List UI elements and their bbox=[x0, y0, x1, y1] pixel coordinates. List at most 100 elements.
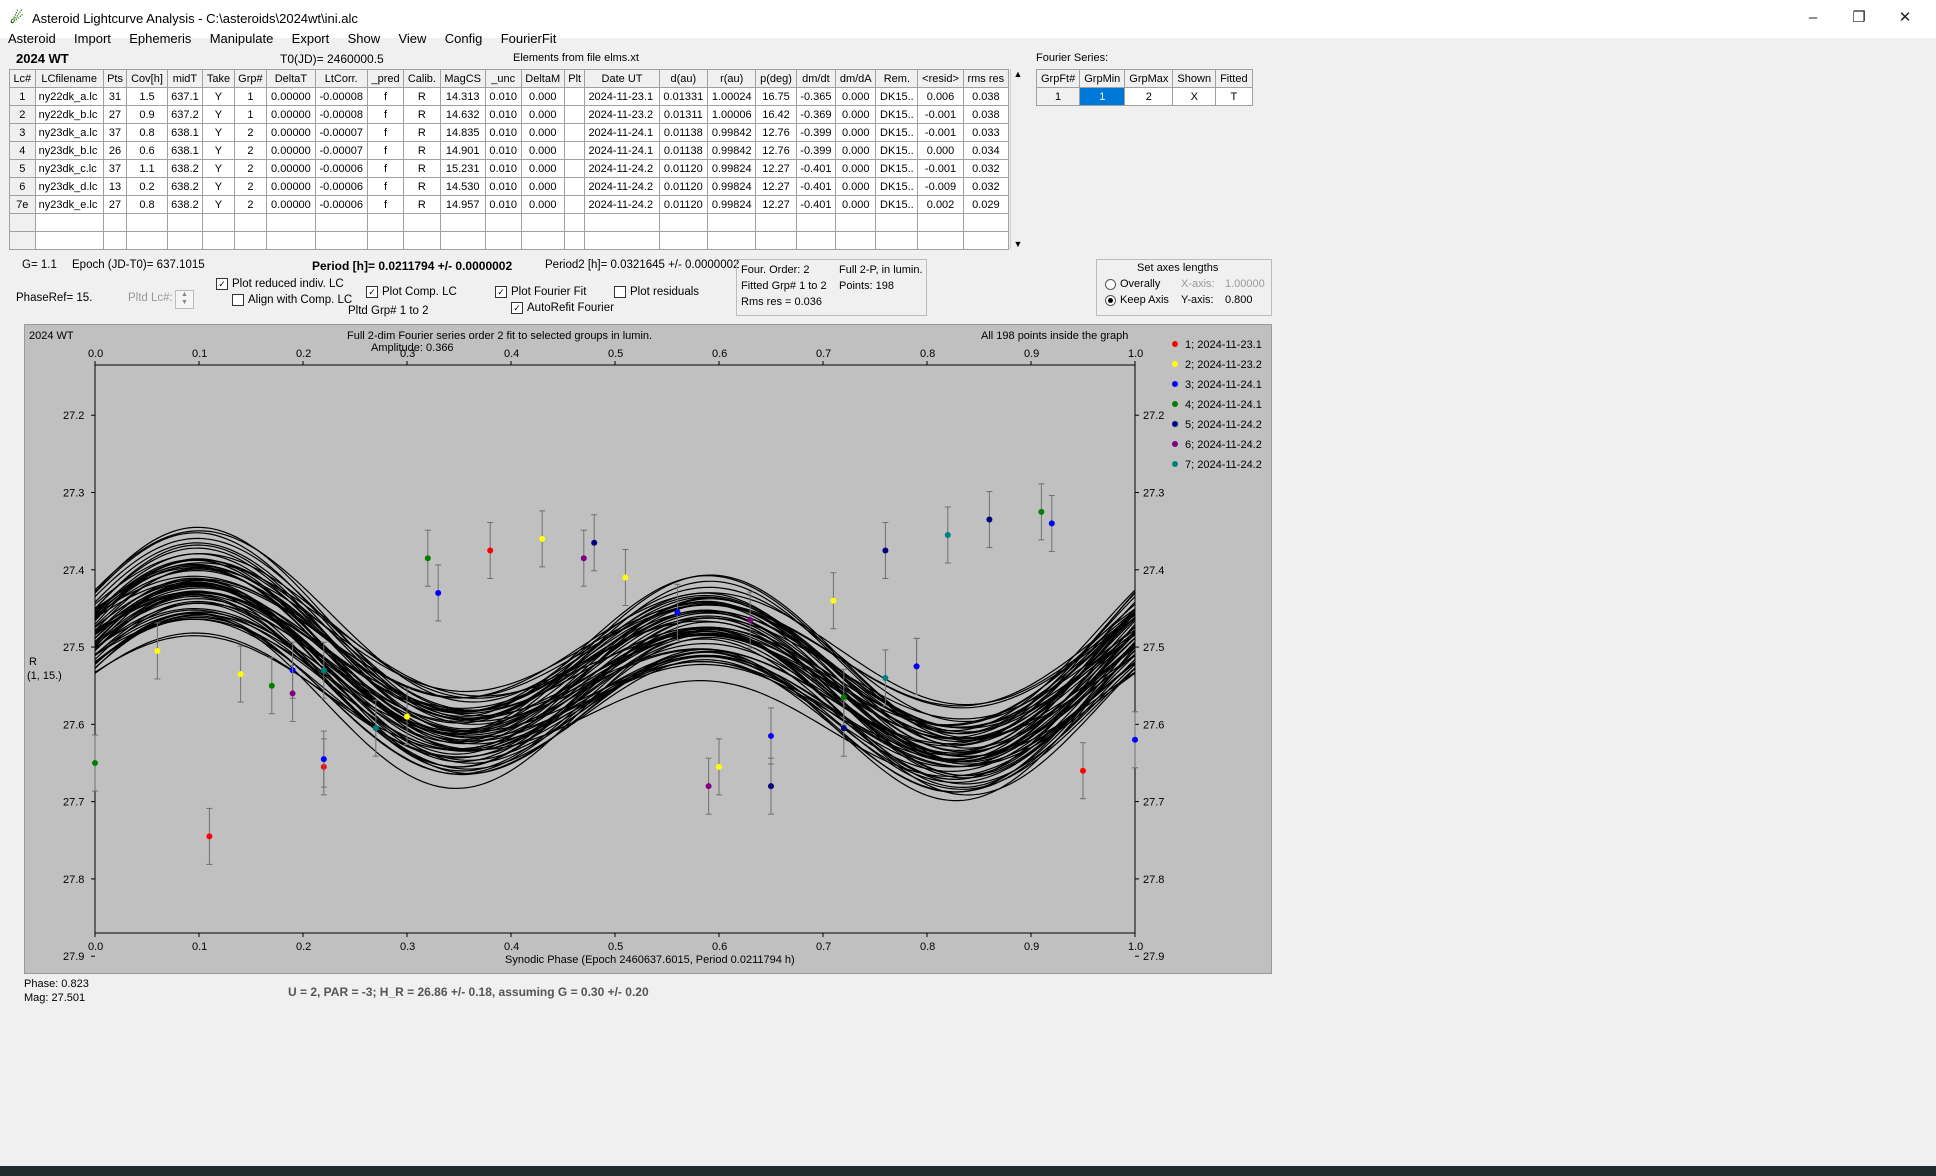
table-cell[interactable]: 0.00000 bbox=[266, 87, 316, 106]
table-cell[interactable] bbox=[233, 213, 268, 232]
table-cell[interactable] bbox=[563, 87, 586, 106]
table-cell[interactable] bbox=[875, 213, 919, 232]
table-cell[interactable]: 14.901 bbox=[439, 141, 486, 160]
data-point[interactable] bbox=[882, 674, 889, 681]
data-point[interactable] bbox=[913, 663, 920, 670]
table-cell[interactable]: 0.000 bbox=[520, 87, 565, 106]
table-row[interactable]: 4 ny23dk_b.lc 26 0.6 638.1 Y 2 0.00000 -0.00007 f… bbox=[9, 141, 1010, 160]
table-cell[interactable]: 0.99824 bbox=[707, 177, 757, 196]
table-cell[interactable]: 12.76 bbox=[755, 123, 797, 142]
table-cell[interactable]: 0.000 bbox=[520, 159, 565, 178]
table-cell[interactable]: 14.530 bbox=[439, 177, 486, 196]
table-cell[interactable]: 0.6 bbox=[126, 141, 168, 160]
table-cell[interactable]: 0.00000 bbox=[266, 141, 316, 160]
table-cell[interactable] bbox=[795, 213, 837, 232]
table-cell[interactable]: 15.231 bbox=[439, 159, 486, 178]
lc-column-header[interactable]: dm/dt bbox=[795, 69, 837, 88]
table-cell[interactable]: 6 bbox=[9, 177, 36, 196]
table-cell[interactable] bbox=[9, 231, 36, 250]
table-cell[interactable]: 2 bbox=[233, 159, 268, 178]
table-cell[interactable]: 37 bbox=[102, 123, 128, 142]
plot-comp-checkbox[interactable]: ✓ Plot Comp. LC bbox=[366, 286, 457, 298]
table-cell[interactable]: -0.00007 bbox=[314, 123, 368, 142]
table-cell[interactable] bbox=[126, 231, 168, 250]
data-point[interactable] bbox=[372, 725, 379, 732]
data-point[interactable] bbox=[705, 783, 712, 790]
table-cell[interactable]: -0.001 bbox=[917, 105, 964, 124]
table-cell[interactable] bbox=[366, 231, 405, 250]
fourier-column-header[interactable]: Shown bbox=[1172, 69, 1217, 88]
data-point[interactable] bbox=[289, 690, 296, 697]
table-cell[interactable]: ny22dk_a.lc bbox=[34, 87, 104, 106]
table-cell[interactable] bbox=[484, 231, 522, 250]
table-cell[interactable]: 12.76 bbox=[755, 141, 797, 160]
fourier-cell[interactable]: 2 bbox=[1124, 87, 1174, 106]
table-cell[interactable] bbox=[563, 159, 586, 178]
table-cell[interactable] bbox=[520, 231, 565, 250]
data-point[interactable] bbox=[237, 671, 244, 678]
table-cell[interactable]: 2024-11-24.1 bbox=[584, 141, 660, 160]
table-cell[interactable]: 7e bbox=[9, 195, 36, 214]
table-cell[interactable]: 1.00006 bbox=[707, 105, 757, 124]
table-cell[interactable]: Y bbox=[202, 159, 235, 178]
table-cell[interactable]: 638.2 bbox=[166, 177, 204, 196]
table-cell[interactable]: ny23dk_e.lc bbox=[34, 195, 104, 214]
table-cell[interactable]: -0.399 bbox=[795, 141, 837, 160]
data-point[interactable] bbox=[320, 756, 327, 763]
menu-config[interactable]: Config bbox=[445, 31, 483, 46]
table-cell[interactable]: DK15.. bbox=[875, 105, 919, 124]
table-cell[interactable]: 0.01120 bbox=[658, 159, 709, 178]
table-cell[interactable] bbox=[126, 213, 168, 232]
table-cell[interactable]: 1.5 bbox=[126, 87, 168, 106]
table-cell[interactable]: 31 bbox=[102, 87, 128, 106]
table-cell[interactable]: 2024-11-24.2 bbox=[584, 159, 660, 178]
lc-column-header[interactable]: dm/dA bbox=[835, 69, 877, 88]
table-cell[interactable]: 0.00000 bbox=[266, 105, 316, 124]
table-row[interactable]: 5 ny23dk_c.lc 37 1.1 638.2 Y 2 0.00000 -0.00006 f… bbox=[9, 159, 1010, 178]
table-cell[interactable]: R bbox=[403, 141, 441, 160]
table-cell[interactable]: -0.401 bbox=[795, 159, 837, 178]
table-cell[interactable] bbox=[34, 231, 104, 250]
data-point[interactable] bbox=[747, 617, 754, 624]
data-point[interactable] bbox=[716, 763, 722, 770]
table-cell[interactable]: 2 bbox=[9, 105, 36, 124]
table-cell[interactable]: DK15.. bbox=[875, 195, 919, 214]
table-cell[interactable]: 638.1 bbox=[166, 123, 204, 142]
table-cell[interactable] bbox=[658, 213, 709, 232]
table-cell[interactable]: 0.8 bbox=[126, 123, 168, 142]
table-cell[interactable]: -0.009 bbox=[917, 177, 964, 196]
table-cell[interactable]: 0.000 bbox=[835, 177, 877, 196]
autorefit-checkbox[interactable]: ✓ AutoRefit Fourier bbox=[511, 302, 614, 314]
lightcurve-plot-panel[interactable]: 0.0 0.0 0.1 0.1 0.2 0.2 0.3 0.3 0.4 0.4 0.5 0.5 0.6 0… bbox=[24, 324, 1272, 974]
table-cell[interactable]: f bbox=[366, 159, 405, 178]
table-cell[interactable]: 12.27 bbox=[755, 159, 797, 178]
data-point[interactable] bbox=[674, 609, 681, 616]
data-point[interactable] bbox=[268, 682, 275, 689]
table-cell[interactable]: 27 bbox=[102, 105, 128, 124]
lightcurve-plot[interactable]: 0.00.00.10.10.20.20.30.30.40.40.50.50.60… bbox=[25, 325, 1271, 973]
fourier-column-header[interactable]: GrpMin bbox=[1079, 69, 1126, 88]
table-scrollbar[interactable]: ▲ ▼ bbox=[1010, 69, 1025, 249]
data-point[interactable] bbox=[591, 539, 598, 546]
table-cell[interactable]: f bbox=[366, 105, 405, 124]
table-cell[interactable] bbox=[795, 231, 837, 250]
table-cell[interactable]: 0.99824 bbox=[707, 195, 757, 214]
table-cell[interactable]: 12.27 bbox=[755, 177, 797, 196]
data-point[interactable] bbox=[840, 725, 847, 732]
table-cell[interactable]: ny23dk_b.lc bbox=[34, 141, 104, 160]
table-cell[interactable]: 0.010 bbox=[484, 159, 522, 178]
table-cell[interactable]: Y bbox=[202, 87, 235, 106]
scroll-up-icon[interactable]: ▲ bbox=[1011, 69, 1025, 79]
table-row[interactable]: 1 ny22dk_a.lc 31 1.5 637.1 Y 1 0.00000 -0.00008 f… bbox=[9, 87, 1010, 106]
fourier-cell[interactable]: X bbox=[1172, 87, 1217, 106]
table-cell[interactable]: 0.01138 bbox=[658, 123, 709, 142]
table-cell[interactable]: 1 bbox=[233, 87, 268, 106]
table-cell[interactable]: -0.00006 bbox=[314, 177, 368, 196]
table-cell[interactable] bbox=[202, 213, 235, 232]
table-cell[interactable]: 0.000 bbox=[835, 159, 877, 178]
menu-view[interactable]: View bbox=[398, 31, 426, 46]
table-cell[interactable]: 14.632 bbox=[439, 105, 486, 124]
data-point[interactable] bbox=[539, 535, 546, 542]
lc-column-header[interactable]: Plt bbox=[563, 69, 586, 88]
table-cell[interactable] bbox=[707, 231, 757, 250]
